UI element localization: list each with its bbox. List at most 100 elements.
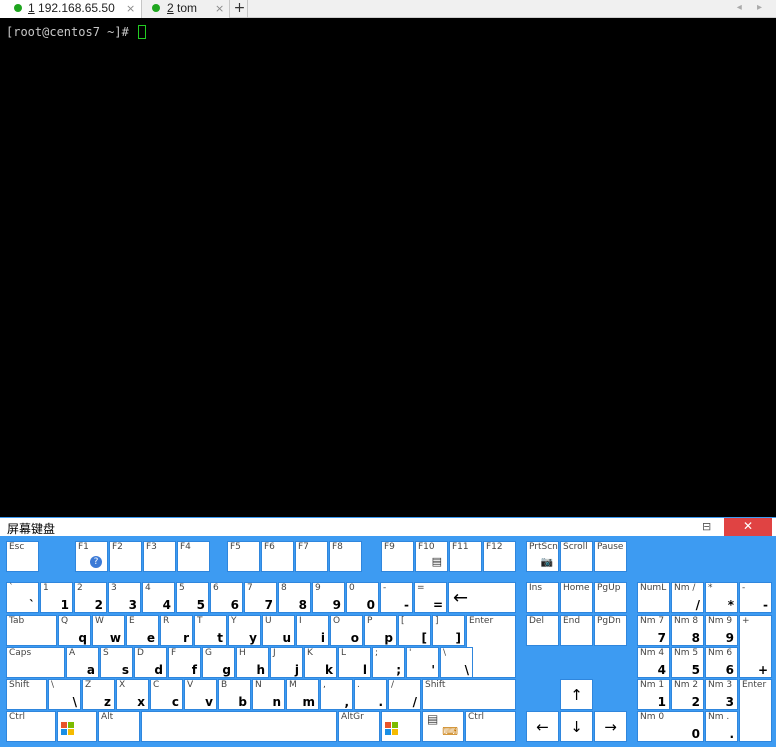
key-k[interactable]: Kk bbox=[304, 647, 337, 678]
key-numlock[interactable]: NumL bbox=[637, 582, 670, 613]
key-num7[interactable]: Nm 7 7 bbox=[637, 615, 670, 646]
tab-scroll-arrows[interactable]: ◂ ▸ bbox=[737, 2, 768, 13]
key-ins[interactable]: Ins bbox=[526, 582, 559, 613]
key-6[interactable]: 66 bbox=[210, 582, 243, 613]
key-space[interactable] bbox=[141, 711, 337, 742]
key-r[interactable]: Rr bbox=[160, 615, 193, 646]
pin-icon[interactable]: ⊟ bbox=[702, 520, 711, 533]
key-g[interactable]: Gg bbox=[202, 647, 235, 678]
key-alt[interactable]: Alt bbox=[98, 711, 140, 742]
key-win-right[interactable] bbox=[381, 711, 421, 742]
key-num5[interactable]: Nm 5 5 bbox=[671, 647, 704, 678]
key-home[interactable]: Home bbox=[560, 582, 593, 613]
key-q[interactable]: Qq bbox=[58, 615, 91, 646]
key-pgup[interactable]: PgUp bbox=[594, 582, 627, 613]
key-equal[interactable]: = = bbox=[414, 582, 447, 613]
key-d[interactable]: Dd bbox=[134, 647, 167, 678]
key-s[interactable]: Ss bbox=[100, 647, 133, 678]
key-f5[interactable]: F5 bbox=[227, 541, 260, 572]
key-shift-right[interactable]: Shift bbox=[422, 679, 516, 710]
key-7[interactable]: 77 bbox=[244, 582, 277, 613]
key-f9[interactable]: F9 bbox=[381, 541, 414, 572]
key-e[interactable]: Ee bbox=[126, 615, 159, 646]
key-pause[interactable]: Pause bbox=[594, 541, 627, 572]
key-o[interactable]: Oo bbox=[330, 615, 363, 646]
key-f11[interactable]: F11 bbox=[449, 541, 482, 572]
key-num-plus[interactable]: + + bbox=[739, 615, 772, 678]
key-3[interactable]: 33 bbox=[108, 582, 141, 613]
close-button[interactable]: ✕ bbox=[724, 518, 772, 536]
key-f10[interactable]: F10 ▤ bbox=[415, 541, 448, 572]
key-num0[interactable]: Nm 0 0 bbox=[637, 711, 704, 742]
close-icon[interactable]: × bbox=[126, 0, 135, 17]
key-backspace[interactable]: ← bbox=[448, 582, 516, 613]
key-shift-left[interactable]: Shift bbox=[6, 679, 47, 710]
key-0[interactable]: 00 bbox=[346, 582, 379, 613]
key-c[interactable]: Cc bbox=[150, 679, 183, 710]
key-4[interactable]: 44 bbox=[142, 582, 175, 613]
key-backtick[interactable]: ` ` bbox=[6, 582, 39, 613]
key-ctrl-right[interactable]: Ctrl bbox=[465, 711, 516, 742]
key-n[interactable]: Nn bbox=[252, 679, 285, 710]
key-b[interactable]: Bb bbox=[218, 679, 251, 710]
key-f7[interactable]: F7 bbox=[295, 541, 328, 572]
key-j[interactable]: Jj bbox=[270, 647, 303, 678]
tab-session-1[interactable]: 1 192.168.65.50 × bbox=[0, 0, 142, 18]
key-f8[interactable]: F8 bbox=[329, 541, 362, 572]
key-1[interactable]: 11 bbox=[40, 582, 73, 613]
key-backslash[interactable]: \ \ bbox=[440, 647, 473, 678]
key-scroll[interactable]: Scroll bbox=[560, 541, 593, 572]
key-8[interactable]: 88 bbox=[278, 582, 311, 613]
key-5[interactable]: 55 bbox=[176, 582, 209, 613]
key-slash[interactable]: / / bbox=[388, 679, 421, 710]
key-num-dot[interactable]: Nm .. bbox=[705, 711, 738, 742]
key-end[interactable]: End bbox=[560, 615, 593, 646]
key-z[interactable]: Zz bbox=[82, 679, 115, 710]
key-menu[interactable]: ▤ ⌨ bbox=[422, 711, 464, 742]
key-p[interactable]: Pp bbox=[364, 615, 397, 646]
key-caps[interactable]: Caps bbox=[6, 647, 65, 678]
key-esc[interactable]: Esc bbox=[6, 541, 39, 572]
key-enter[interactable]: Enter bbox=[466, 615, 516, 678]
key-l[interactable]: Ll bbox=[338, 647, 371, 678]
key-w[interactable]: Ww bbox=[92, 615, 125, 646]
key-win-left[interactable] bbox=[57, 711, 97, 742]
key-f12[interactable]: F12 bbox=[483, 541, 516, 572]
key-prtsc[interactable]: PrtScn 📷 bbox=[526, 541, 559, 572]
new-tab-button[interactable]: + bbox=[232, 0, 248, 18]
key-num6[interactable]: Nm 6 6 bbox=[705, 647, 738, 678]
key-del[interactable]: Del bbox=[526, 615, 559, 646]
key-num8[interactable]: Nm 8 8 bbox=[671, 615, 704, 646]
key-y[interactable]: Yy bbox=[228, 615, 261, 646]
key-v[interactable]: Vv bbox=[184, 679, 217, 710]
key-f1[interactable]: F1? bbox=[75, 541, 108, 572]
key-right[interactable]: → bbox=[594, 711, 627, 742]
key-f6[interactable]: F6 bbox=[261, 541, 294, 572]
key-2[interactable]: 22 bbox=[74, 582, 107, 613]
key-f3[interactable]: F3 bbox=[143, 541, 176, 572]
key-left[interactable]: ← bbox=[526, 711, 559, 742]
key-period[interactable]: .. bbox=[354, 679, 387, 710]
key-f[interactable]: Ff bbox=[168, 647, 201, 678]
key-rbracket[interactable]: ]] bbox=[432, 615, 465, 646]
key-pgdn[interactable]: PgDn bbox=[594, 615, 627, 646]
key-num3[interactable]: Nm 3 3 bbox=[705, 679, 738, 710]
key-num4[interactable]: Nm 4 4 bbox=[637, 647, 670, 678]
key-down[interactable]: ↓ bbox=[560, 711, 593, 742]
key-9[interactable]: 99 bbox=[312, 582, 345, 613]
key-minus[interactable]: -- bbox=[380, 582, 413, 613]
key-tab[interactable]: Tab bbox=[6, 615, 57, 646]
key-semicolon[interactable]: ;; bbox=[372, 647, 405, 678]
key-up[interactable]: ↑ bbox=[560, 679, 593, 710]
key-x[interactable]: Xx bbox=[116, 679, 149, 710]
key-altgr[interactable]: AltGr bbox=[338, 711, 380, 742]
key-t[interactable]: Tt bbox=[194, 615, 227, 646]
key-i[interactable]: Ii bbox=[296, 615, 329, 646]
key-f4[interactable]: F4 bbox=[177, 541, 210, 572]
key-comma[interactable]: ,, bbox=[320, 679, 353, 710]
key-ctrl-left[interactable]: Ctrl bbox=[6, 711, 56, 742]
key-num-minus[interactable]: -- bbox=[739, 582, 772, 613]
terminal-area[interactable]: [root@centos7 ~]# bbox=[0, 19, 776, 517]
key-u[interactable]: Uu bbox=[262, 615, 295, 646]
key-quote[interactable]: ' ' bbox=[406, 647, 439, 678]
